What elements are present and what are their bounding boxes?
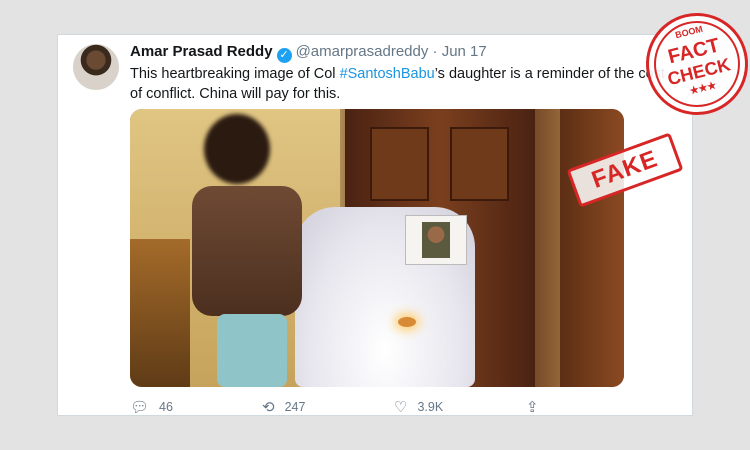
like-icon: ♡ (394, 399, 408, 416)
reply-count: 46 (159, 400, 173, 414)
share-icon: ⇪ (526, 399, 539, 416)
reply-button[interactable]: 💬︎ 46 (130, 398, 173, 416)
tweet-text-start: This heartbreaking image of Col (130, 66, 340, 82)
tweet-actions: 💬︎ 46 ⟲ 247 ♡ 3.9K ⇪ (130, 398, 550, 416)
photo-child (192, 114, 312, 387)
tweet-card: Amar Prasad Reddy ✓ @amarprasadreddy · Jun… (57, 34, 693, 416)
photo-portrait-frame (405, 215, 467, 265)
verified-icon: ✓ (276, 48, 292, 63)
retweet-icon: ⟲ (262, 399, 275, 416)
photo-oil-lamp (398, 317, 416, 327)
hashtag-link[interactable]: #SantoshBabu (340, 66, 435, 82)
tweet-date[interactable]: Jun 17 (442, 43, 487, 60)
tweet-text: This heartbreaking image of Col #Santosh… (130, 64, 680, 104)
photo-cabinet (130, 239, 190, 387)
author-handle[interactable]: @amarprasadreddy (296, 43, 429, 60)
share-button[interactable]: ⇪ (526, 398, 549, 416)
author-name[interactable]: Amar Prasad Reddy (130, 43, 273, 60)
reply-icon: 💬︎ (130, 399, 150, 416)
retweet-count: 247 (284, 400, 306, 414)
tweet-header: Amar Prasad Reddy ✓ @amarprasadreddy · Jun… (130, 43, 678, 63)
avatar[interactable] (73, 44, 119, 90)
like-count: 3.9K (417, 400, 444, 414)
retweet-button[interactable]: ⟲ 247 (262, 398, 305, 416)
separator: · (432, 43, 438, 60)
tweet-photo[interactable] (130, 109, 624, 387)
photo-right-door (560, 109, 624, 387)
like-button[interactable]: ♡ 3.9K (394, 398, 443, 416)
